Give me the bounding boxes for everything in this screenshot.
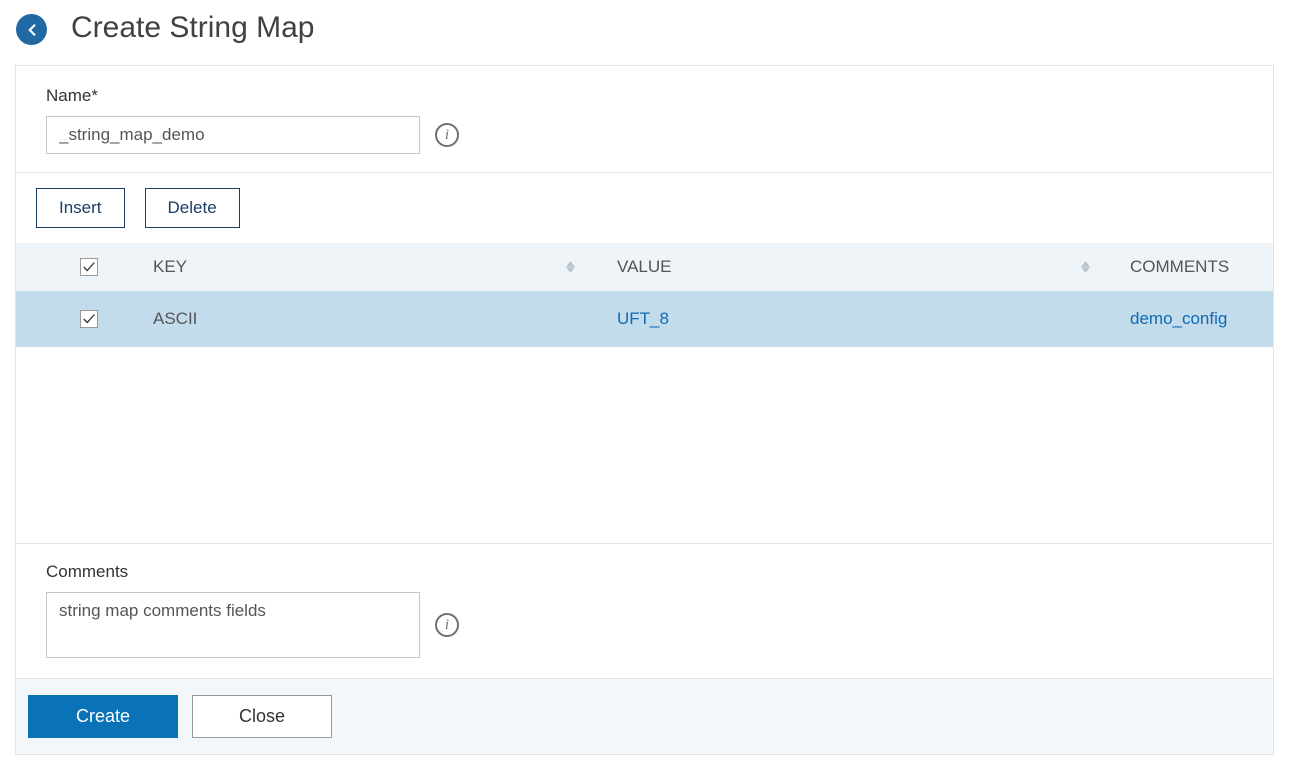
arrow-left-icon bbox=[23, 21, 41, 39]
cell-key: ASCII bbox=[131, 291, 591, 347]
info-icon[interactable] bbox=[435, 613, 459, 637]
name-label: Name* bbox=[46, 86, 1243, 106]
check-icon bbox=[82, 312, 96, 326]
comments-label: Comments bbox=[46, 562, 1243, 582]
insert-button[interactable]: Insert bbox=[36, 188, 125, 228]
string-map-table: KEY VALUE COMMENTS bbox=[16, 243, 1273, 347]
column-header-value[interactable]: VALUE bbox=[617, 257, 672, 276]
sort-icon[interactable] bbox=[1081, 261, 1090, 273]
check-icon bbox=[82, 260, 96, 274]
select-all-checkbox[interactable] bbox=[80, 258, 98, 276]
table-row[interactable]: ASCII UFT_8 demo_config bbox=[16, 291, 1273, 347]
delete-button[interactable]: Delete bbox=[145, 188, 240, 228]
cell-value[interactable]: UFT_8 bbox=[591, 291, 1106, 347]
page-title: Create String Map bbox=[71, 11, 314, 45]
column-header-key[interactable]: KEY bbox=[153, 257, 187, 276]
main-panel: Name* Insert Delete bbox=[15, 65, 1274, 755]
cell-comments[interactable]: demo_config bbox=[1106, 291, 1273, 347]
column-header-comments[interactable]: COMMENTS bbox=[1130, 257, 1229, 276]
info-icon[interactable] bbox=[435, 123, 459, 147]
close-button[interactable]: Close bbox=[192, 695, 332, 738]
row-checkbox[interactable] bbox=[80, 310, 98, 328]
back-button[interactable] bbox=[16, 14, 47, 45]
sort-icon[interactable] bbox=[566, 261, 575, 273]
comments-input[interactable]: string map comments fields bbox=[46, 592, 420, 658]
create-button[interactable]: Create bbox=[28, 695, 178, 738]
name-input[interactable] bbox=[46, 116, 420, 154]
